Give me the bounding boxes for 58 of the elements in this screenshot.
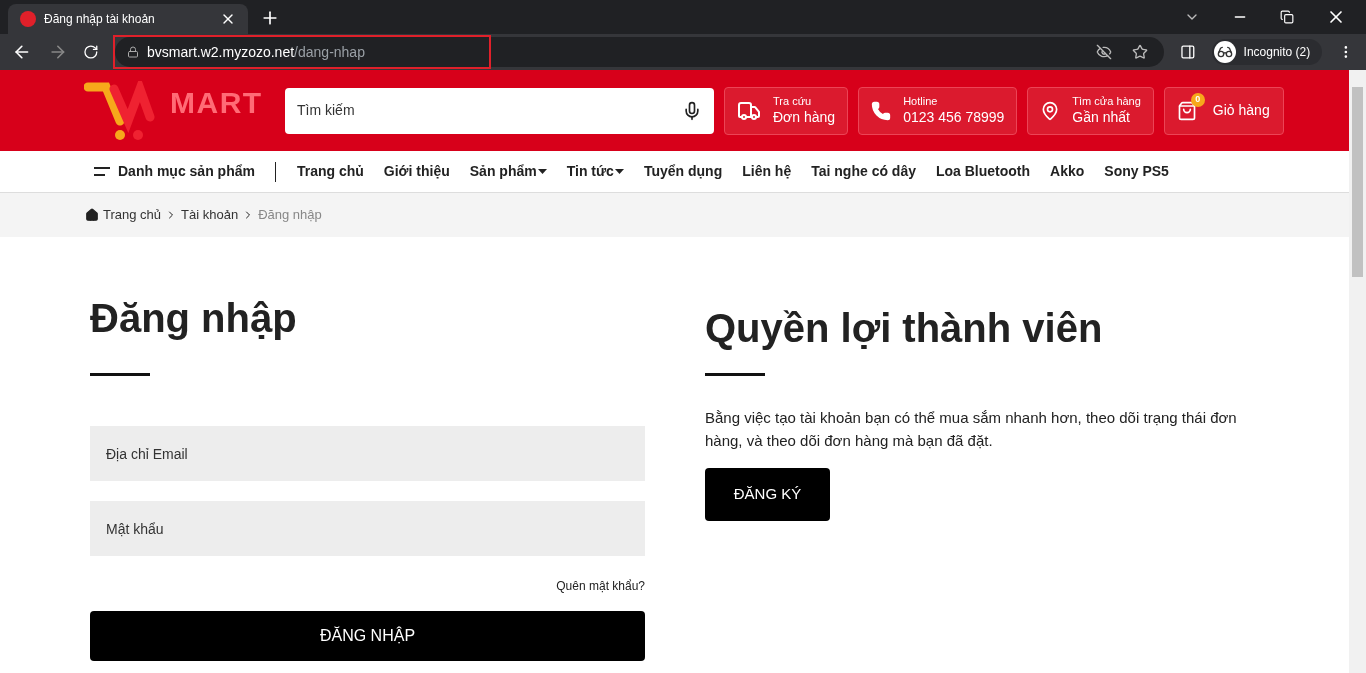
shopping-bag-icon bbox=[1176, 100, 1197, 121]
info-value: Gần nhất bbox=[1072, 108, 1131, 127]
cart-button[interactable]: 0 Giỏ hàng bbox=[1163, 86, 1284, 135]
info-box[interactable]: Hotline 0123 456 78999 bbox=[858, 86, 1018, 135]
reload-icon[interactable] bbox=[83, 44, 100, 60]
tab-title: Đăng nhập tài khoản bbox=[44, 11, 156, 28]
info-value: 0123 456 78999 bbox=[903, 108, 1005, 127]
search-field[interactable]: Tìm kiếm bbox=[297, 100, 682, 121]
cart-count-badge: 0 bbox=[1190, 92, 1205, 107]
nav-link[interactable]: Sản phẩm bbox=[469, 161, 537, 182]
nav-link[interactable]: Sony PS5 bbox=[1104, 161, 1169, 182]
nav-link[interactable]: Trang chủ bbox=[296, 161, 364, 182]
profile-label: Incognito (2) bbox=[1243, 44, 1311, 61]
info-box[interactable]: Tra cứu Đơn hàng bbox=[724, 86, 849, 135]
nav-link[interactable]: Tuyển dụng bbox=[643, 161, 723, 182]
caret-icon[interactable] bbox=[537, 169, 547, 174]
benefits-heading: Quyền lợi thành viên bbox=[705, 305, 1103, 352]
nav-link[interactable]: Tin tức bbox=[566, 161, 614, 182]
caret-icon[interactable] bbox=[614, 169, 624, 174]
login-heading: Đăng nhập bbox=[90, 295, 298, 342]
address-bar[interactable]: bvsmart.w2.myzozo.net/dang-nhap bbox=[115, 37, 1164, 67]
nav-link[interactable]: Tai nghe có dây bbox=[811, 161, 916, 182]
breadcrumb-link[interactable]: Trang chủ bbox=[103, 205, 162, 225]
cart-label: Giỏ hàng bbox=[1212, 101, 1270, 120]
home-icon bbox=[85, 208, 99, 222]
login-button[interactable]: ĐĂNG NHẬP bbox=[90, 611, 645, 661]
breadcrumb-link[interactable]: Tài khoản bbox=[181, 205, 239, 225]
password-field[interactable]: Mật khẩu bbox=[90, 501, 645, 556]
search-bar[interactable]: Tìm kiếm bbox=[285, 87, 714, 134]
nav-link[interactable]: Giới thiệu bbox=[383, 161, 450, 182]
info-box[interactable]: Tìm cửa hàng Gần nhất bbox=[1027, 86, 1154, 135]
side-panel-icon[interactable] bbox=[1179, 44, 1196, 60]
scrollbar[interactable] bbox=[1349, 70, 1366, 673]
info-label: Tra cứu bbox=[773, 94, 813, 109]
register-button[interactable]: ĐĂNG KÝ bbox=[705, 468, 830, 521]
lock-icon bbox=[127, 46, 140, 58]
nav-link[interactable]: Akko bbox=[1050, 161, 1085, 182]
nav-link[interactable]: Loa Bluetooth bbox=[936, 161, 1031, 182]
menu-icon bbox=[94, 166, 110, 177]
info-value: Đơn hàng bbox=[773, 108, 836, 127]
category-menu[interactable]: Danh mục sản phẩm bbox=[94, 161, 276, 182]
email-field[interactable]: Địa chỉ Email bbox=[90, 426, 645, 481]
bookmark-star-icon[interactable] bbox=[1131, 44, 1148, 60]
nav-link[interactable]: Liên hệ bbox=[742, 161, 792, 182]
microphone-icon[interactable] bbox=[682, 100, 702, 121]
forgot-password-link[interactable]: Quên mật khẩu? bbox=[556, 577, 645, 595]
incognito-icon bbox=[1216, 44, 1233, 60]
browser-tab[interactable]: Đăng nhập tài khoản bbox=[8, 4, 248, 34]
site-favicon-icon bbox=[20, 11, 36, 27]
info-label: Tìm cửa hàng bbox=[1072, 94, 1141, 109]
profile-chip[interactable]: Incognito (2) bbox=[1211, 39, 1323, 65]
restore-icon[interactable] bbox=[1280, 10, 1294, 24]
eye-off-icon[interactable] bbox=[1095, 44, 1112, 60]
info-label: Hotline bbox=[903, 94, 939, 109]
logo-text: MART bbox=[170, 85, 263, 121]
benefits-text: Bằng việc tạo tài khoản bạn có thể mua sắm nhanh hơn, theo dõi trạng thái đơn hàng, và theo dõi đơn hàng mà bạn đã đặt. bbox=[705, 408, 1238, 451]
url-text: bvsmart.w2.myzozo.net/dang-nhap bbox=[147, 42, 365, 62]
phone-icon bbox=[871, 100, 892, 121]
